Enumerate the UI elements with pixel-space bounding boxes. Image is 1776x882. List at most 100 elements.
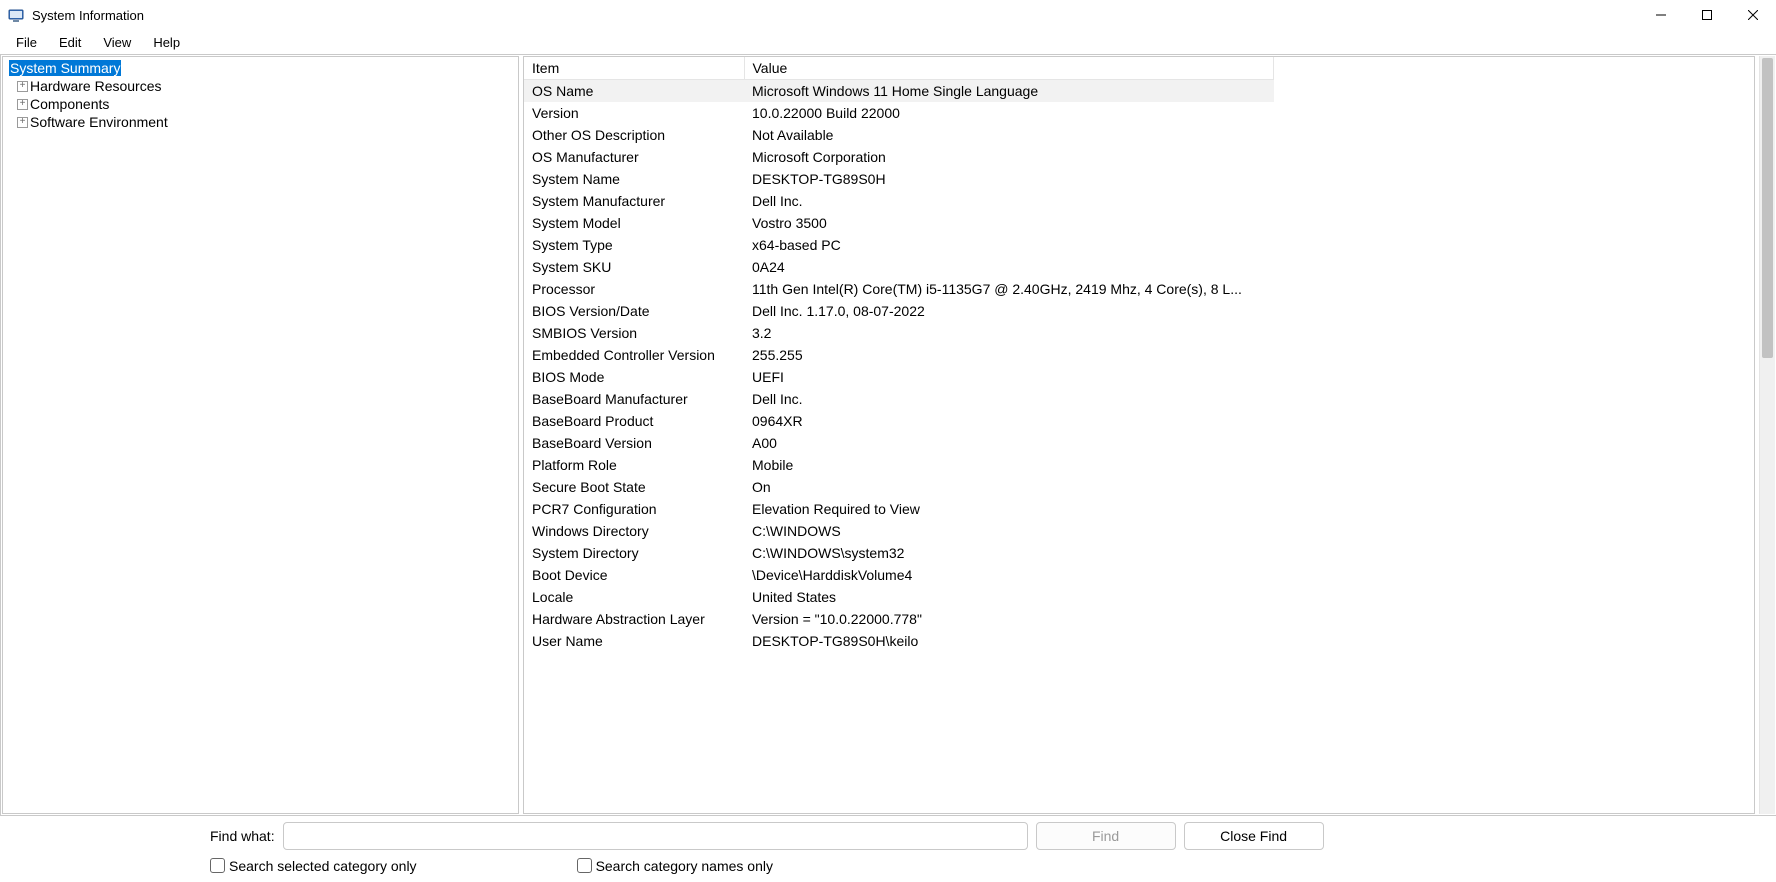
cell-value: On	[744, 476, 1274, 498]
cell-item: System Directory	[524, 542, 744, 564]
table-row[interactable]: Boot Device\Device\HarddiskVolume4	[524, 564, 1274, 586]
cell-item: BaseBoard Version	[524, 432, 744, 454]
menubar: File Edit View Help	[0, 30, 1776, 54]
cell-item: Version	[524, 102, 744, 124]
table-row[interactable]: System NameDESKTOP-TG89S0H	[524, 168, 1274, 190]
cell-item: User Name	[524, 630, 744, 652]
cell-value: Dell Inc.	[744, 388, 1274, 410]
cell-item: Platform Role	[524, 454, 744, 476]
window-title: System Information	[32, 8, 144, 23]
cell-item: OS Name	[524, 80, 744, 103]
table-row[interactable]: BaseBoard Product0964XR	[524, 410, 1274, 432]
cell-value: DESKTOP-TG89S0H	[744, 168, 1274, 190]
checkbox-label: Search category names only	[596, 858, 773, 874]
detail-pane: Item Value OS NameMicrosoft Windows 11 H…	[523, 56, 1755, 814]
cell-value: A00	[744, 432, 1274, 454]
tree-pane[interactable]: System Summary Hardware ResourcesCompone…	[2, 56, 519, 814]
table-row[interactable]: OS NameMicrosoft Windows 11 Home Single …	[524, 80, 1274, 103]
cell-value: Vostro 3500	[744, 212, 1274, 234]
searchbar: Find what: Find Close Find Search select…	[0, 816, 1776, 882]
close-find-button[interactable]: Close Find	[1184, 822, 1324, 850]
cell-item: Processor	[524, 278, 744, 300]
cell-value: \Device\HarddiskVolume4	[744, 564, 1274, 586]
table-row[interactable]: System DirectoryC:\WINDOWS\system32	[524, 542, 1274, 564]
table-row[interactable]: Embedded Controller Version255.255	[524, 344, 1274, 366]
table-row[interactable]: Version10.0.22000 Build 22000	[524, 102, 1274, 124]
column-header-item[interactable]: Item	[524, 57, 744, 80]
table-row[interactable]: PCR7 ConfigurationElevation Required to …	[524, 498, 1274, 520]
cell-item: BIOS Mode	[524, 366, 744, 388]
search-selected-category-checkbox[interactable]: Search selected category only	[210, 858, 417, 874]
menu-view[interactable]: View	[93, 33, 141, 52]
table-row[interactable]: User NameDESKTOP-TG89S0H\keilo	[524, 630, 1274, 652]
find-button[interactable]: Find	[1036, 822, 1176, 850]
cell-item: Embedded Controller Version	[524, 344, 744, 366]
table-row[interactable]: OS ManufacturerMicrosoft Corporation	[524, 146, 1274, 168]
table-row[interactable]: System ManufacturerDell Inc.	[524, 190, 1274, 212]
close-button[interactable]	[1730, 0, 1776, 30]
cell-item: System Name	[524, 168, 744, 190]
search-category-names-checkbox[interactable]: Search category names only	[577, 858, 773, 874]
table-row[interactable]: System Typex64-based PC	[524, 234, 1274, 256]
cell-value: DESKTOP-TG89S0H\keilo	[744, 630, 1274, 652]
find-what-input[interactable]	[283, 822, 1028, 850]
table-row[interactable]: SMBIOS Version3.2	[524, 322, 1274, 344]
checkbox-label: Search selected category only	[229, 858, 417, 874]
cell-item: OS Manufacturer	[524, 146, 744, 168]
cell-value: Dell Inc. 1.17.0, 08-07-2022	[744, 300, 1274, 322]
cell-value: Not Available	[744, 124, 1274, 146]
table-row[interactable]: LocaleUnited States	[524, 586, 1274, 608]
cell-item: System Type	[524, 234, 744, 256]
cell-value: 0964XR	[744, 410, 1274, 432]
detail-table[interactable]: Item Value OS NameMicrosoft Windows 11 H…	[524, 57, 1274, 813]
checkbox-icon	[577, 858, 592, 873]
expand-icon[interactable]	[17, 117, 28, 128]
table-row[interactable]: BaseBoard ManufacturerDell Inc.	[524, 388, 1274, 410]
cell-value: C:\WINDOWS	[744, 520, 1274, 542]
cell-value: 10.0.22000 Build 22000	[744, 102, 1274, 124]
menu-help[interactable]: Help	[143, 33, 190, 52]
tree-item[interactable]: Components	[3, 95, 518, 113]
cell-item: System SKU	[524, 256, 744, 278]
cell-value: Mobile	[744, 454, 1274, 476]
cell-value: Microsoft Windows 11 Home Single Languag…	[744, 80, 1274, 103]
table-row[interactable]: Hardware Abstraction LayerVersion = "10.…	[524, 608, 1274, 630]
cell-item: BaseBoard Manufacturer	[524, 388, 744, 410]
tree-item[interactable]: Hardware Resources	[3, 77, 518, 95]
cell-item: Other OS Description	[524, 124, 744, 146]
cell-item: SMBIOS Version	[524, 322, 744, 344]
cell-item: System Model	[524, 212, 744, 234]
cell-value: 255.255	[744, 344, 1274, 366]
cell-value: 3.2	[744, 322, 1274, 344]
expand-icon[interactable]	[17, 99, 28, 110]
menu-file[interactable]: File	[6, 33, 47, 52]
table-row[interactable]: System ModelVostro 3500	[524, 212, 1274, 234]
table-row[interactable]: Windows DirectoryC:\WINDOWS	[524, 520, 1274, 542]
cell-item: Windows Directory	[524, 520, 744, 542]
table-row[interactable]: BaseBoard VersionA00	[524, 432, 1274, 454]
table-row[interactable]: BIOS Version/DateDell Inc. 1.17.0, 08-07…	[524, 300, 1274, 322]
vertical-scrollbar[interactable]	[1759, 56, 1775, 814]
maximize-button[interactable]	[1684, 0, 1730, 30]
table-row[interactable]: Secure Boot StateOn	[524, 476, 1274, 498]
table-row[interactable]: Other OS DescriptionNot Available	[524, 124, 1274, 146]
scrollbar-thumb[interactable]	[1762, 58, 1773, 358]
table-row[interactable]: BIOS ModeUEFI	[524, 366, 1274, 388]
table-row[interactable]: Platform RoleMobile	[524, 454, 1274, 476]
cell-value: x64-based PC	[744, 234, 1274, 256]
tree-item-system-summary[interactable]: System Summary	[3, 59, 518, 77]
minimize-button[interactable]	[1638, 0, 1684, 30]
table-row[interactable]: Processor11th Gen Intel(R) Core(TM) i5-1…	[524, 278, 1274, 300]
cell-item: PCR7 Configuration	[524, 498, 744, 520]
column-header-value[interactable]: Value	[744, 57, 1274, 80]
cell-value: UEFI	[744, 366, 1274, 388]
titlebar: System Information	[0, 0, 1776, 30]
menu-edit[interactable]: Edit	[49, 33, 91, 52]
cell-value: 0A24	[744, 256, 1274, 278]
tree-item[interactable]: Software Environment	[3, 113, 518, 131]
checkbox-icon	[210, 858, 225, 873]
expand-icon[interactable]	[17, 81, 28, 92]
cell-item: Boot Device	[524, 564, 744, 586]
table-row[interactable]: System SKU0A24	[524, 256, 1274, 278]
cell-value: Dell Inc.	[744, 190, 1274, 212]
